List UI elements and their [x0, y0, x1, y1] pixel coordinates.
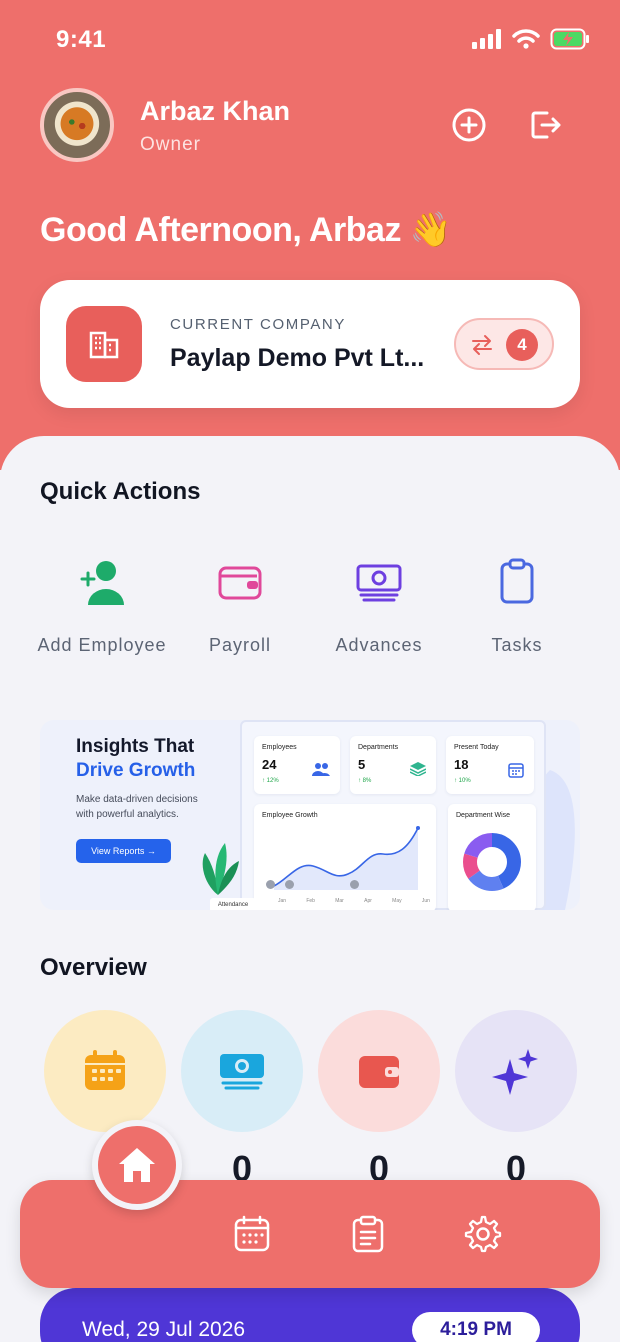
- greeting: Good Afternoon, Arbaz 👋: [40, 211, 452, 249]
- people-icon: [312, 763, 330, 776]
- calendar-icon: [508, 763, 524, 778]
- banner-title: Insights That: [76, 736, 195, 757]
- overview-payments[interactable]: [181, 1010, 303, 1132]
- banner-title-highlight: Drive Growth: [76, 760, 196, 781]
- current-company-card[interactable]: CURRENT COMPANY Paylap Demo Pvt Lt... 4: [40, 280, 580, 408]
- department-chart-card: Department Wise: [448, 804, 536, 910]
- attendance-chip: Attendance: [210, 898, 256, 910]
- building-icon: [66, 306, 142, 382]
- signal-icon: [472, 29, 501, 49]
- quick-action-add-employee[interactable]: Add Employee: [32, 552, 172, 657]
- banner-subtitle: Make data-driven decisions with powerful…: [76, 794, 198, 820]
- swap-arrows-icon: [472, 335, 492, 355]
- money-icon: [220, 1054, 264, 1090]
- wifi-icon: [512, 29, 540, 49]
- company-name: Paylap Demo Pvt Lt...: [170, 344, 425, 372]
- quick-action-label: Advances: [335, 635, 423, 655]
- status-bar: 9:41: [0, 0, 620, 80]
- nav-calendar[interactable]: [232, 1212, 272, 1256]
- wallet-icon: [359, 1056, 399, 1088]
- department-donut-chart: [463, 833, 521, 891]
- stat-card: Employees 24 ↑ 12%: [254, 736, 340, 794]
- quick-action-label: Add Employee: [37, 635, 167, 655]
- user-name: Arbaz Khan: [140, 96, 291, 126]
- nav-settings[interactable]: [463, 1212, 503, 1256]
- carousel-dots[interactable]: [266, 880, 359, 889]
- company-count-badge: 4: [506, 329, 538, 361]
- switch-company-button[interactable]: 4: [454, 318, 554, 370]
- add-person-icon: [32, 552, 172, 612]
- stat-card: Departments 5 ↑ 8%: [350, 736, 436, 794]
- clipboard-list-icon: [352, 1215, 384, 1253]
- company-label: CURRENT COMPANY: [170, 316, 346, 333]
- current-date: Wed, 29 Jul 2026: [82, 1318, 246, 1341]
- add-button[interactable]: [450, 106, 488, 144]
- calendar-icon: [234, 1215, 270, 1252]
- quick-action-label: Tasks: [491, 635, 543, 655]
- avatar[interactable]: [40, 88, 114, 162]
- layers-icon: [410, 762, 426, 776]
- plus-circle-icon: [452, 108, 486, 142]
- quick-action-tasks[interactable]: Tasks: [447, 552, 587, 657]
- current-time-badge: 4:19 PM: [412, 1312, 540, 1342]
- user-role: Owner: [140, 134, 201, 155]
- battery-icon: [550, 28, 589, 50]
- overview-payroll[interactable]: [318, 1010, 440, 1132]
- nav-home-button[interactable]: [92, 1120, 182, 1210]
- attendance-bar[interactable]: Wed, 29 Jul 2026 4:19 PM: [40, 1288, 580, 1342]
- overview-advances[interactable]: [455, 1010, 577, 1132]
- status-time: 9:41: [56, 26, 107, 53]
- money-icon: [309, 552, 449, 612]
- gear-icon: [464, 1215, 502, 1253]
- wallet-icon: [170, 552, 310, 612]
- stat-card: Present Today 18 ↑ 10%: [446, 736, 534, 794]
- logout-button[interactable]: [526, 106, 564, 144]
- quick-action-label: Payroll: [208, 635, 272, 655]
- clipboard-icon: [447, 552, 587, 612]
- growth-chart-card: Employee Growth Jan Feb Mar Apr May Jun: [254, 804, 436, 910]
- overview-title: Overview: [40, 954, 147, 981]
- view-reports-button[interactable]: View Reports →: [76, 839, 171, 863]
- quick-actions-title: Quick Actions: [40, 478, 201, 505]
- calendar-icon: [85, 1050, 125, 1090]
- sparkles-icon: [492, 1049, 538, 1095]
- overview-attendance[interactable]: [44, 1010, 166, 1132]
- nav-tasks[interactable]: [348, 1212, 388, 1256]
- home-icon: [119, 1148, 155, 1182]
- quick-action-advances[interactable]: Advances: [309, 552, 449, 657]
- plant-icon: [202, 843, 239, 895]
- logout-icon: [531, 111, 561, 139]
- insights-banner[interactable]: Insights That Drive Growth Make data-dri…: [40, 720, 580, 910]
- quick-action-payroll[interactable]: Payroll: [170, 552, 310, 657]
